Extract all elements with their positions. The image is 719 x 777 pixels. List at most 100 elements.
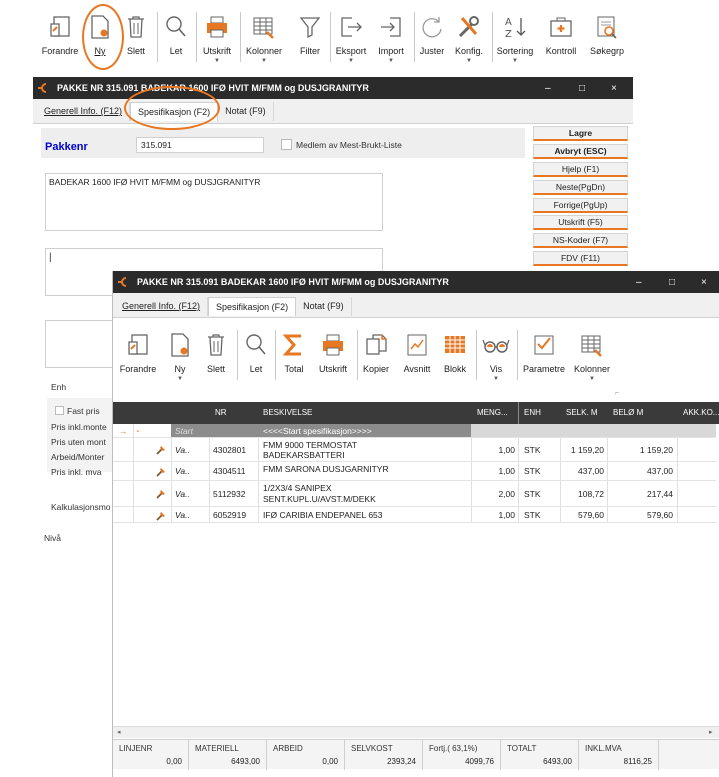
toolbar-import-button[interactable]: Import ▼: [373, 0, 409, 72]
col-header-akk-kost[interactable]: AKK.KO...: [683, 402, 719, 424]
toolbar-filter-button[interactable]: Filter: [295, 0, 325, 72]
spec-avsnitt-button[interactable]: Avsnitt: [399, 318, 435, 390]
toolbar-konfig-button[interactable]: Konfig. ▼: [451, 0, 487, 72]
table-row[interactable]: Va.. 4304511 FMM SARONA DUSJGARNITYR 1,0…: [113, 462, 716, 481]
col-header-beskrivelse[interactable]: BESKIVELSE: [263, 402, 312, 424]
expand-chevron-icon[interactable]: ⌄: [135, 426, 141, 436]
toolbar-label: Vis: [489, 364, 503, 374]
toolbar-label: Forandre: [41, 46, 79, 56]
toolbar-forandre-button[interactable]: Forandre: [37, 0, 83, 72]
spec-parametre-button[interactable]: Parametre: [521, 318, 567, 390]
tab-notat[interactable]: Notat (F9): [296, 297, 352, 316]
lagre-button[interactable]: Lagre: [533, 126, 628, 141]
toolbar-let-button[interactable]: Let: [161, 0, 191, 72]
dropdown-arrow-icon: ▼: [261, 58, 267, 64]
row-amount: 437,00: [647, 466, 673, 476]
toolbar-label: Kolonner: [245, 46, 283, 56]
fast-pris-label: Fast pris: [67, 406, 100, 416]
search-icon: [241, 330, 271, 360]
forrige-button[interactable]: Forrige(PgUp): [533, 198, 628, 213]
table-row[interactable]: Va.. 4302801 FMM 9000 TERMOSTAT BADEKARS…: [113, 438, 716, 462]
new-document-icon: [165, 330, 195, 360]
toolbar-label: Let: [249, 364, 263, 374]
toolbar-eksport-button[interactable]: Eksport ▼: [333, 0, 369, 72]
tab-notat[interactable]: Notat (F9): [218, 102, 274, 121]
row-unit: STK: [524, 489, 541, 499]
spec-kopier-button[interactable]: Kopier: [359, 318, 393, 390]
col-header-nr[interactable]: NR: [215, 402, 227, 424]
spec-slett-button[interactable]: Slett: [201, 318, 231, 390]
toolbar-kolonner-button[interactable]: Kolonner ▼: [243, 0, 285, 72]
row-cost: 437,00: [578, 466, 604, 476]
spec-total-button[interactable]: Total: [279, 318, 309, 390]
edit-icon: [123, 330, 153, 360]
col-header-enh[interactable]: ENH: [524, 402, 541, 424]
search-icon: [161, 12, 191, 42]
toolbar-label: Utskrift: [319, 364, 347, 374]
highlight-ellipse-spesifikasjon: [124, 86, 220, 130]
maximize-button[interactable]: □: [669, 271, 675, 293]
hjelp-button[interactable]: Hjelp (F1): [533, 162, 628, 177]
spec-let-button[interactable]: Let: [241, 318, 271, 390]
row-pointer-icon: →: [119, 426, 128, 436]
tab-generell-info[interactable]: Generell Info. (F12): [115, 297, 209, 316]
scroll-left-icon[interactable]: ◂: [117, 728, 121, 736]
scroll-right-icon[interactable]: ▸: [709, 728, 713, 736]
avbryt-button[interactable]: Avbryt (ESC): [533, 144, 628, 159]
spec-blokk-button[interactable]: Blokk: [439, 318, 471, 390]
fast-pris-checkbox[interactable]: [55, 406, 64, 415]
ns-koder-button[interactable]: NS-Koder (F7): [533, 233, 628, 248]
row-description-line: 1/2X3/4 SANIPEX: [263, 483, 332, 493]
minimize-button[interactable]: –: [636, 271, 642, 293]
toolbar-separator: [476, 330, 477, 380]
svg-text:A: A: [505, 17, 512, 28]
sort-icon: AZ: [500, 12, 530, 42]
close-button[interactable]: ×: [701, 271, 707, 293]
col-header-selvkost[interactable]: SELK. M: [566, 402, 598, 424]
medlem-checkbox[interactable]: [281, 139, 292, 150]
neste-button[interactable]: Neste(PgDn): [533, 180, 628, 195]
description-textarea[interactable]: BADEKAR 1600 IFØ HVIT M/FMM og DUSJGRANI…: [45, 173, 383, 231]
footer-fortjeneste: Fortj.( 63,1%) 4099,76: [423, 740, 501, 770]
toolbar-kontroll-button[interactable]: Kontroll: [543, 0, 579, 72]
toolbar-sokegrp-button[interactable]: Søkegrp: [587, 0, 627, 72]
spec-vis-button[interactable]: Vis ▼: [479, 318, 513, 390]
toolbar-sortering-button[interactable]: AZ Sortering ▼: [495, 0, 535, 72]
row-quantity: 1,00: [498, 445, 515, 455]
row-unit: STK: [524, 466, 541, 476]
niva-label: Nivå: [44, 533, 62, 543]
utskrift-button[interactable]: Utskrift (F5): [533, 215, 628, 230]
enh-label: Enh: [51, 382, 67, 392]
toolbar-juster-button[interactable]: Juster: [417, 0, 447, 72]
export-icon: [336, 12, 366, 42]
footer-label: INKL.MVA: [585, 744, 622, 753]
ribbon-expand-icon[interactable]: ⌐: [615, 390, 619, 397]
toolbar-label: Kopier: [362, 364, 389, 374]
table-row-start[interactable]: → ⌄ Start <<<<Start spesifikasjon>>>>: [113, 424, 716, 438]
spec-ny-button[interactable]: Ny ▼: [165, 318, 195, 390]
row-type: Va..: [175, 489, 190, 499]
table-row[interactable]: Va.. 6052919 IFØ CARIBIA ENDEPANEL 653 1…: [113, 507, 716, 523]
toolbar-label: Slett: [206, 364, 225, 374]
spec-forandre-button[interactable]: Forandre: [117, 318, 159, 390]
toolbar-utskrift-button[interactable]: Utskrift ▼: [199, 0, 235, 72]
col-header-belop[interactable]: BELØ M: [613, 402, 643, 424]
row-nr: 6052919: [213, 510, 247, 520]
minimize-button[interactable]: –: [545, 77, 551, 99]
spec-utskrift-button[interactable]: Utskrift: [315, 318, 351, 390]
footer-value: 0,00: [322, 757, 338, 766]
fdv-button[interactable]: FDV (F11): [533, 251, 628, 266]
row-description-line: SENT.KUPL.U/AVST.M/DEKK: [263, 494, 376, 504]
maximize-button[interactable]: □: [579, 77, 585, 99]
chart-icon: [402, 330, 432, 360]
horizontal-scrollbar[interactable]: ◂ ▸: [113, 726, 719, 738]
table-row[interactable]: Va.. 5112932 1/2X3/4 SANIPEX SENT.KUPL.U…: [113, 481, 716, 507]
tab-generell-info[interactable]: Generell Info. (F12): [37, 102, 131, 121]
spec-kolonner-button[interactable]: Kolonner ▼: [571, 318, 613, 390]
pakkenr-input[interactable]: 315.091: [136, 137, 264, 153]
close-button[interactable]: ×: [611, 77, 617, 99]
toolbar-slett-button[interactable]: Slett: [121, 0, 151, 72]
hammer-icon: [155, 510, 167, 524]
tab-spesifikasjon[interactable]: Spesifikasjon (F2): [208, 297, 297, 316]
col-header-mengde[interactable]: MENG...: [477, 402, 508, 424]
